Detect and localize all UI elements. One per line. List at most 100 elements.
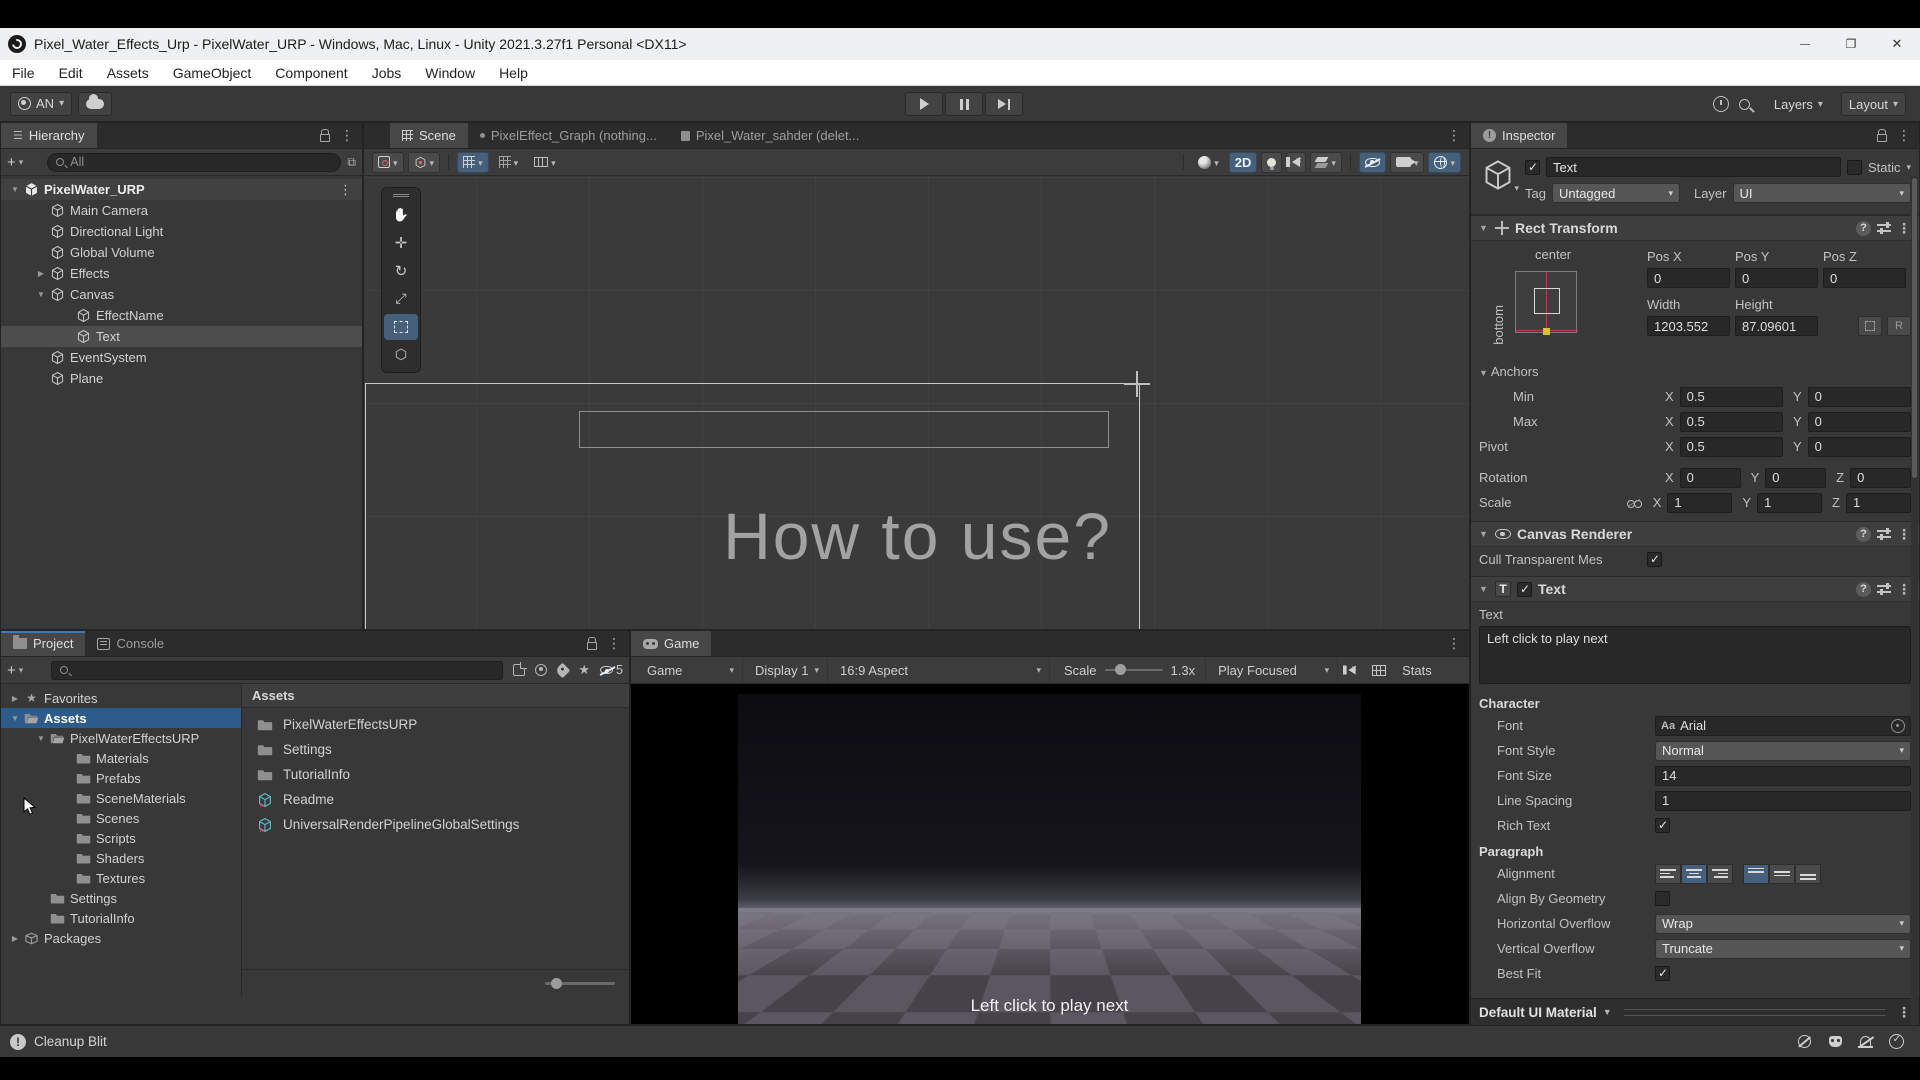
2d-toggle[interactable]: 2D bbox=[1228, 151, 1258, 173]
asset-row[interactable]: TutorialInfo bbox=[242, 762, 629, 787]
component-menu-icon[interactable] bbox=[1897, 526, 1911, 543]
add-gameobject-button[interactable] bbox=[7, 154, 23, 171]
align-middle-button[interactable] bbox=[1769, 863, 1795, 884]
lighting-toggle[interactable] bbox=[1261, 151, 1283, 173]
display-dropdown[interactable]: Display 1 bbox=[747, 657, 828, 683]
tab-project[interactable]: Project bbox=[1, 631, 86, 656]
expand-arrow-icon[interactable]: ▶ bbox=[33, 269, 49, 278]
ruler-dropdown[interactable] bbox=[528, 152, 562, 173]
anchor-min-y-field[interactable]: 0 bbox=[1807, 386, 1911, 407]
hierarchy-row[interactable]: Text bbox=[1, 326, 362, 347]
tab-game[interactable]: Game bbox=[631, 631, 712, 656]
search-by-type-icon[interactable]: ⧉ bbox=[347, 155, 356, 170]
asset-row[interactable]: PixelWaterEffectsURP bbox=[242, 712, 629, 737]
layer-dropdown[interactable]: UI bbox=[1732, 183, 1911, 203]
help-icon[interactable] bbox=[1856, 581, 1871, 597]
panel-menu-icon[interactable] bbox=[1447, 127, 1461, 145]
hierarchy-row[interactable]: EffectName bbox=[1, 305, 362, 326]
step-button[interactable] bbox=[985, 92, 1023, 116]
menu-item[interactable]: Assets bbox=[95, 60, 161, 86]
align-by-geometry-checkbox[interactable] bbox=[1655, 891, 1670, 906]
burst-off-icon[interactable] bbox=[1798, 1035, 1811, 1048]
play-button[interactable] bbox=[905, 92, 943, 116]
canvas-renderer-header[interactable]: ▼ Canvas Renderer bbox=[1471, 521, 1919, 547]
layout-dropdown[interactable]: Layout bbox=[1840, 92, 1906, 116]
pos-z-field[interactable]: 0 bbox=[1823, 268, 1906, 288]
menu-item[interactable]: Component bbox=[263, 60, 359, 86]
menu-item[interactable]: Edit bbox=[47, 60, 95, 86]
minimize-button[interactable] bbox=[1782, 28, 1828, 60]
menu-item[interactable]: File bbox=[0, 60, 47, 86]
status-message[interactable]: Cleanup Blit bbox=[34, 1034, 107, 1049]
presets-icon[interactable] bbox=[1877, 528, 1891, 540]
menu-item[interactable]: Help bbox=[487, 60, 540, 86]
rotate-tool-button[interactable] bbox=[384, 258, 418, 284]
label-filter-icon[interactable] bbox=[555, 662, 571, 678]
cache-server-icon[interactable] bbox=[1829, 1036, 1842, 1047]
panel-menu-icon[interactable] bbox=[1897, 127, 1911, 145]
align-center-button[interactable] bbox=[1681, 863, 1707, 884]
hierarchy-search-input[interactable]: All bbox=[47, 152, 342, 172]
name-field[interactable]: Text bbox=[1546, 157, 1841, 177]
project-tree-row[interactable]: Shaders bbox=[1, 848, 241, 868]
project-tree-row[interactable]: Scenes bbox=[1, 808, 241, 828]
panel-menu-icon[interactable] bbox=[1447, 635, 1461, 653]
thumbnail-size-slider[interactable] bbox=[545, 978, 615, 990]
font-object-field[interactable]: Aa Arial bbox=[1655, 715, 1911, 736]
menu-item[interactable]: Jobs bbox=[360, 60, 414, 86]
project-search-input[interactable] bbox=[51, 660, 504, 680]
project-tree-row[interactable]: Settings bbox=[1, 888, 241, 908]
tab-hierarchy[interactable]: ☰ Hierarchy bbox=[1, 123, 97, 148]
hierarchy-row[interactable]: Global Volume bbox=[1, 242, 362, 263]
game-viewport[interactable]: Left click to play next bbox=[631, 684, 1469, 1024]
foldout-icon[interactable]: ▼ bbox=[1479, 223, 1489, 233]
game-target-dropdown[interactable]: Game bbox=[639, 657, 743, 683]
move-tool-button[interactable] bbox=[384, 230, 418, 256]
line-spacing-field[interactable]: 1 bbox=[1655, 790, 1911, 811]
material-foldout-icon[interactable]: ▼ bbox=[1603, 1007, 1612, 1017]
lock-icon[interactable] bbox=[320, 129, 330, 142]
asset-store-icon[interactable] bbox=[535, 664, 548, 676]
font-size-field[interactable]: 14 bbox=[1655, 765, 1911, 786]
hierarchy-row[interactable]: Main Camera bbox=[1, 200, 362, 221]
scale-z-field[interactable]: 1 bbox=[1846, 492, 1911, 513]
play-mode-dropdown[interactable]: Play Focused bbox=[1210, 657, 1339, 683]
horizontal-overflow-dropdown[interactable]: Wrap bbox=[1655, 913, 1911, 934]
scene-visibility-toggle[interactable] bbox=[1358, 151, 1386, 173]
component-menu-icon[interactable] bbox=[1897, 581, 1911, 598]
search-in-window-icon[interactable] bbox=[513, 662, 528, 676]
static-checkbox[interactable] bbox=[1846, 159, 1862, 175]
lock-icon[interactable] bbox=[587, 637, 597, 650]
blueprint-mode-button[interactable] bbox=[1858, 316, 1882, 336]
material-menu-icon[interactable] bbox=[1897, 1004, 1911, 1021]
active-checkbox[interactable] bbox=[1525, 159, 1540, 175]
rotation-y-field[interactable]: 0 bbox=[1765, 467, 1827, 488]
account-button[interactable]: AN bbox=[10, 91, 73, 116]
maximize-button[interactable] bbox=[1828, 28, 1874, 60]
hierarchy-row[interactable]: Plane bbox=[1, 368, 362, 389]
rotation-x-field[interactable]: 0 bbox=[1679, 467, 1741, 488]
object-picker-icon[interactable] bbox=[1891, 718, 1905, 733]
rich-text-checkbox[interactable] bbox=[1655, 818, 1670, 833]
raw-mode-button[interactable]: R bbox=[1887, 316, 1911, 336]
hierarchy-row[interactable]: ▼ Canvas bbox=[1, 284, 362, 305]
draw-mode-dropdown[interactable] bbox=[1192, 152, 1225, 173]
audio-toggle[interactable] bbox=[1286, 151, 1307, 173]
tool-settings-dropdown[interactable] bbox=[372, 151, 404, 173]
material-bar[interactable]: Default UI Material ▼ bbox=[1471, 998, 1919, 1025]
vertical-overflow-dropdown[interactable]: Truncate bbox=[1655, 938, 1911, 959]
hierarchy-row[interactable]: ▶ Effects bbox=[1, 263, 362, 284]
tab-inspector[interactable]: Inspector bbox=[1471, 123, 1568, 148]
rect-gizmo-icon[interactable] bbox=[1124, 371, 1150, 397]
overlay-drag-handle[interactable] bbox=[393, 194, 409, 197]
project-tree-row[interactable]: Textures bbox=[1, 868, 241, 888]
vsync-toggle[interactable] bbox=[1366, 660, 1392, 681]
align-bottom-button[interactable] bbox=[1795, 863, 1821, 884]
anchor-min-x-field[interactable]: 0.5 bbox=[1679, 386, 1783, 407]
expand-arrow-icon[interactable]: ▶ bbox=[7, 934, 23, 943]
undo-history-icon[interactable] bbox=[1712, 96, 1729, 112]
close-button[interactable] bbox=[1874, 28, 1920, 60]
component-enabled-checkbox[interactable] bbox=[1517, 581, 1532, 597]
scale-y-field[interactable]: 1 bbox=[1757, 492, 1823, 513]
project-tree-row[interactable]: TutorialInfo bbox=[1, 908, 241, 928]
